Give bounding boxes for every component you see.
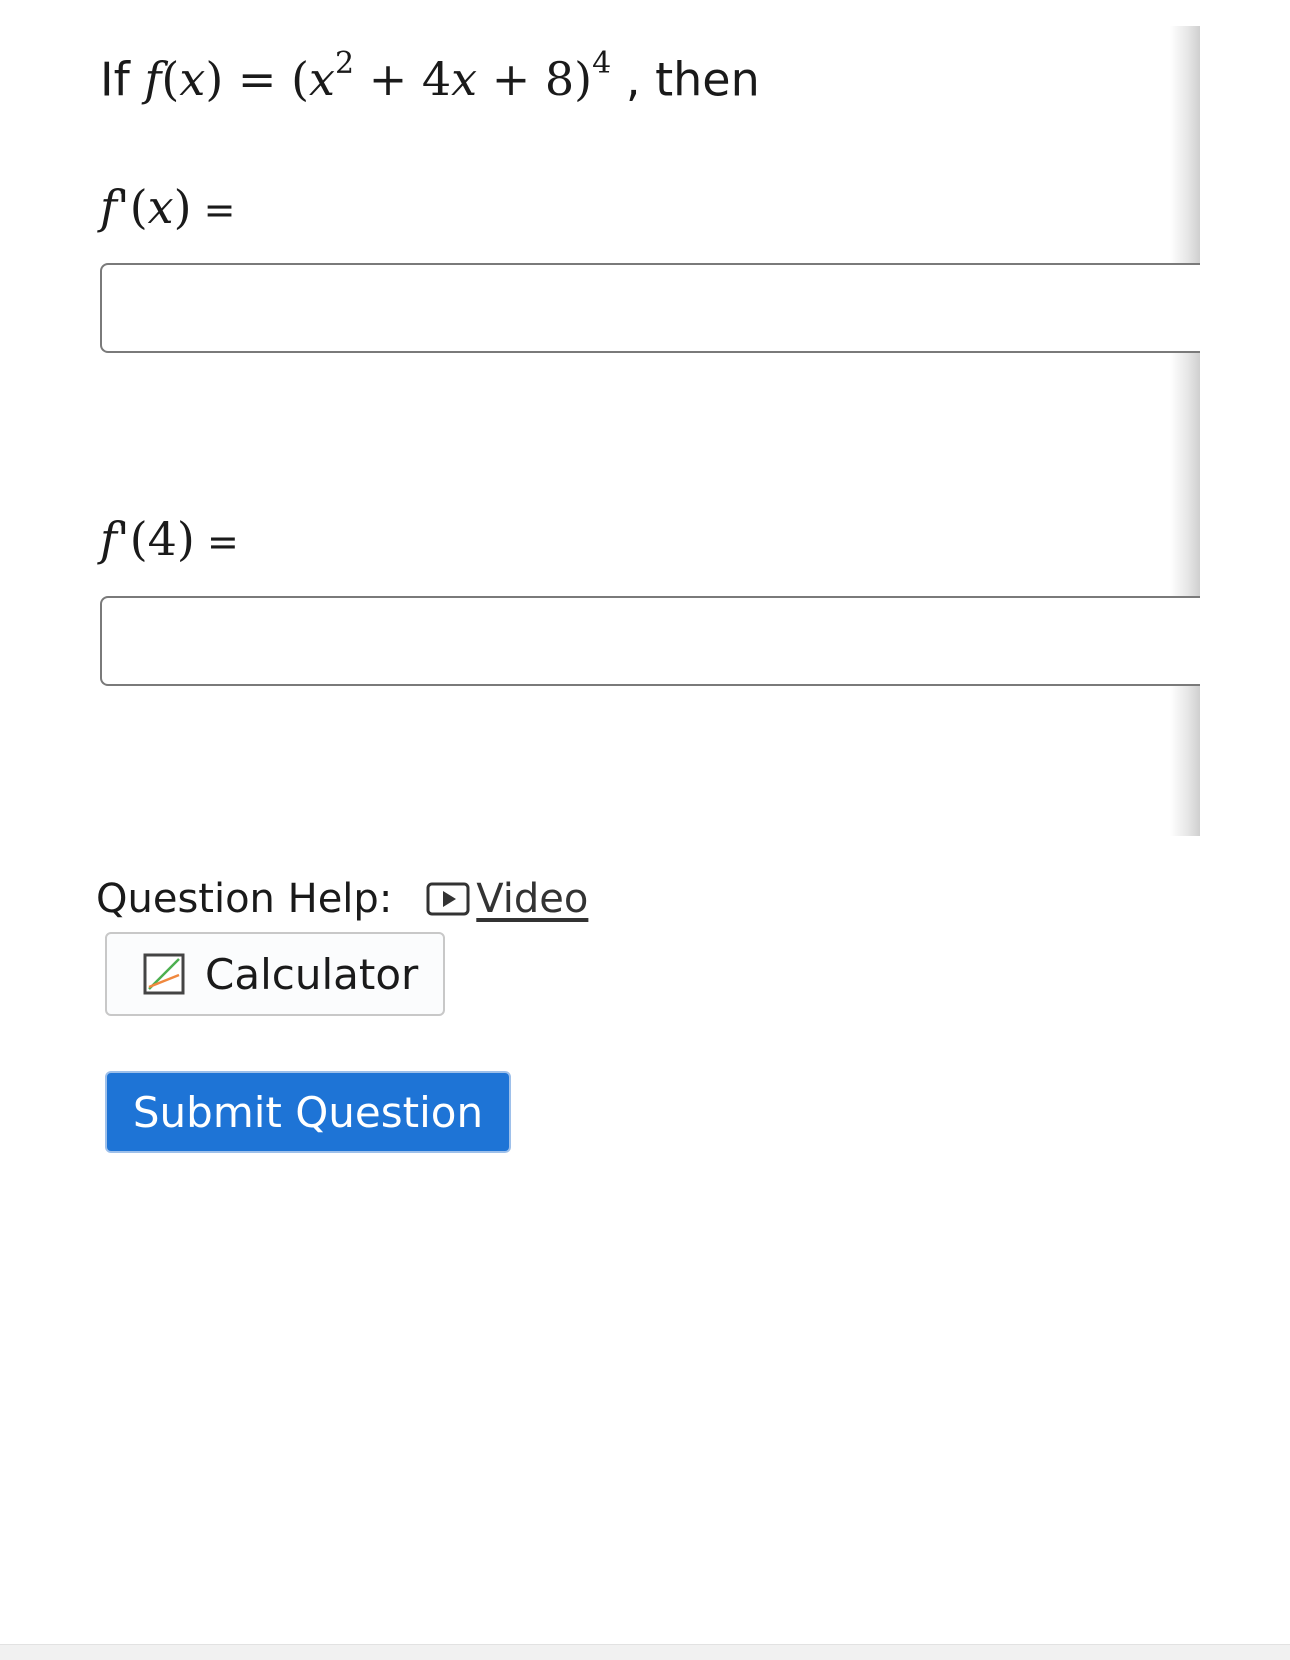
video-play-icon [426,882,470,916]
question-help-label: Question Help: [96,876,393,922]
calculator-button[interactable]: Calculator [105,932,445,1016]
submit-label: Submit Question [132,1087,484,1137]
equals-sign: = [237,52,277,107]
submit-question-button[interactable]: Submit Question [105,1071,511,1153]
derivative-answer-input[interactable] [100,263,1200,353]
video-link-label: Video [476,876,589,922]
base-var: x [309,52,335,107]
middle-term: + 4 [354,52,452,107]
constant-term: + 8 [477,52,575,107]
outer-exponent: 4 [592,46,612,81]
inner-exponent: 2 [334,46,355,81]
question-text: If f(x) = (x2 + 4x + 8)4 , then [100,46,760,107]
question-page: If f(x) = (x2 + 4x + 8)4 , then f'(x) = … [0,0,1290,1660]
part2-prime: ' [117,512,130,566]
middle-var: x [451,52,478,107]
graph-calculator-icon [143,953,185,995]
function-var: x [179,52,206,107]
calculator-label: Calculator [205,949,419,999]
part1-equals: = [191,188,236,232]
question-help: Question Help: Video [96,876,588,922]
function-name: f [144,52,162,107]
scroll-shadow [1170,26,1200,836]
question-lead: If [100,52,130,107]
part2-func: f [100,512,118,566]
part2-equals: = [194,520,239,564]
part1-func: f [100,180,118,234]
question-tail: , then [625,52,760,107]
derivative-at-4-answer-input[interactable] [100,596,1200,686]
part1-arg: x [147,180,174,234]
part2-arg: 4 [147,512,177,566]
function-expression: f(x) = (x2 + 4x + 8)4 [144,46,612,107]
video-help-link[interactable]: Video [426,876,588,922]
bottom-bar [0,1644,1290,1660]
part1-prime: ' [117,180,130,234]
part2-label: f'(4) = [100,512,239,566]
part1-label: f'(x) = [100,180,236,234]
